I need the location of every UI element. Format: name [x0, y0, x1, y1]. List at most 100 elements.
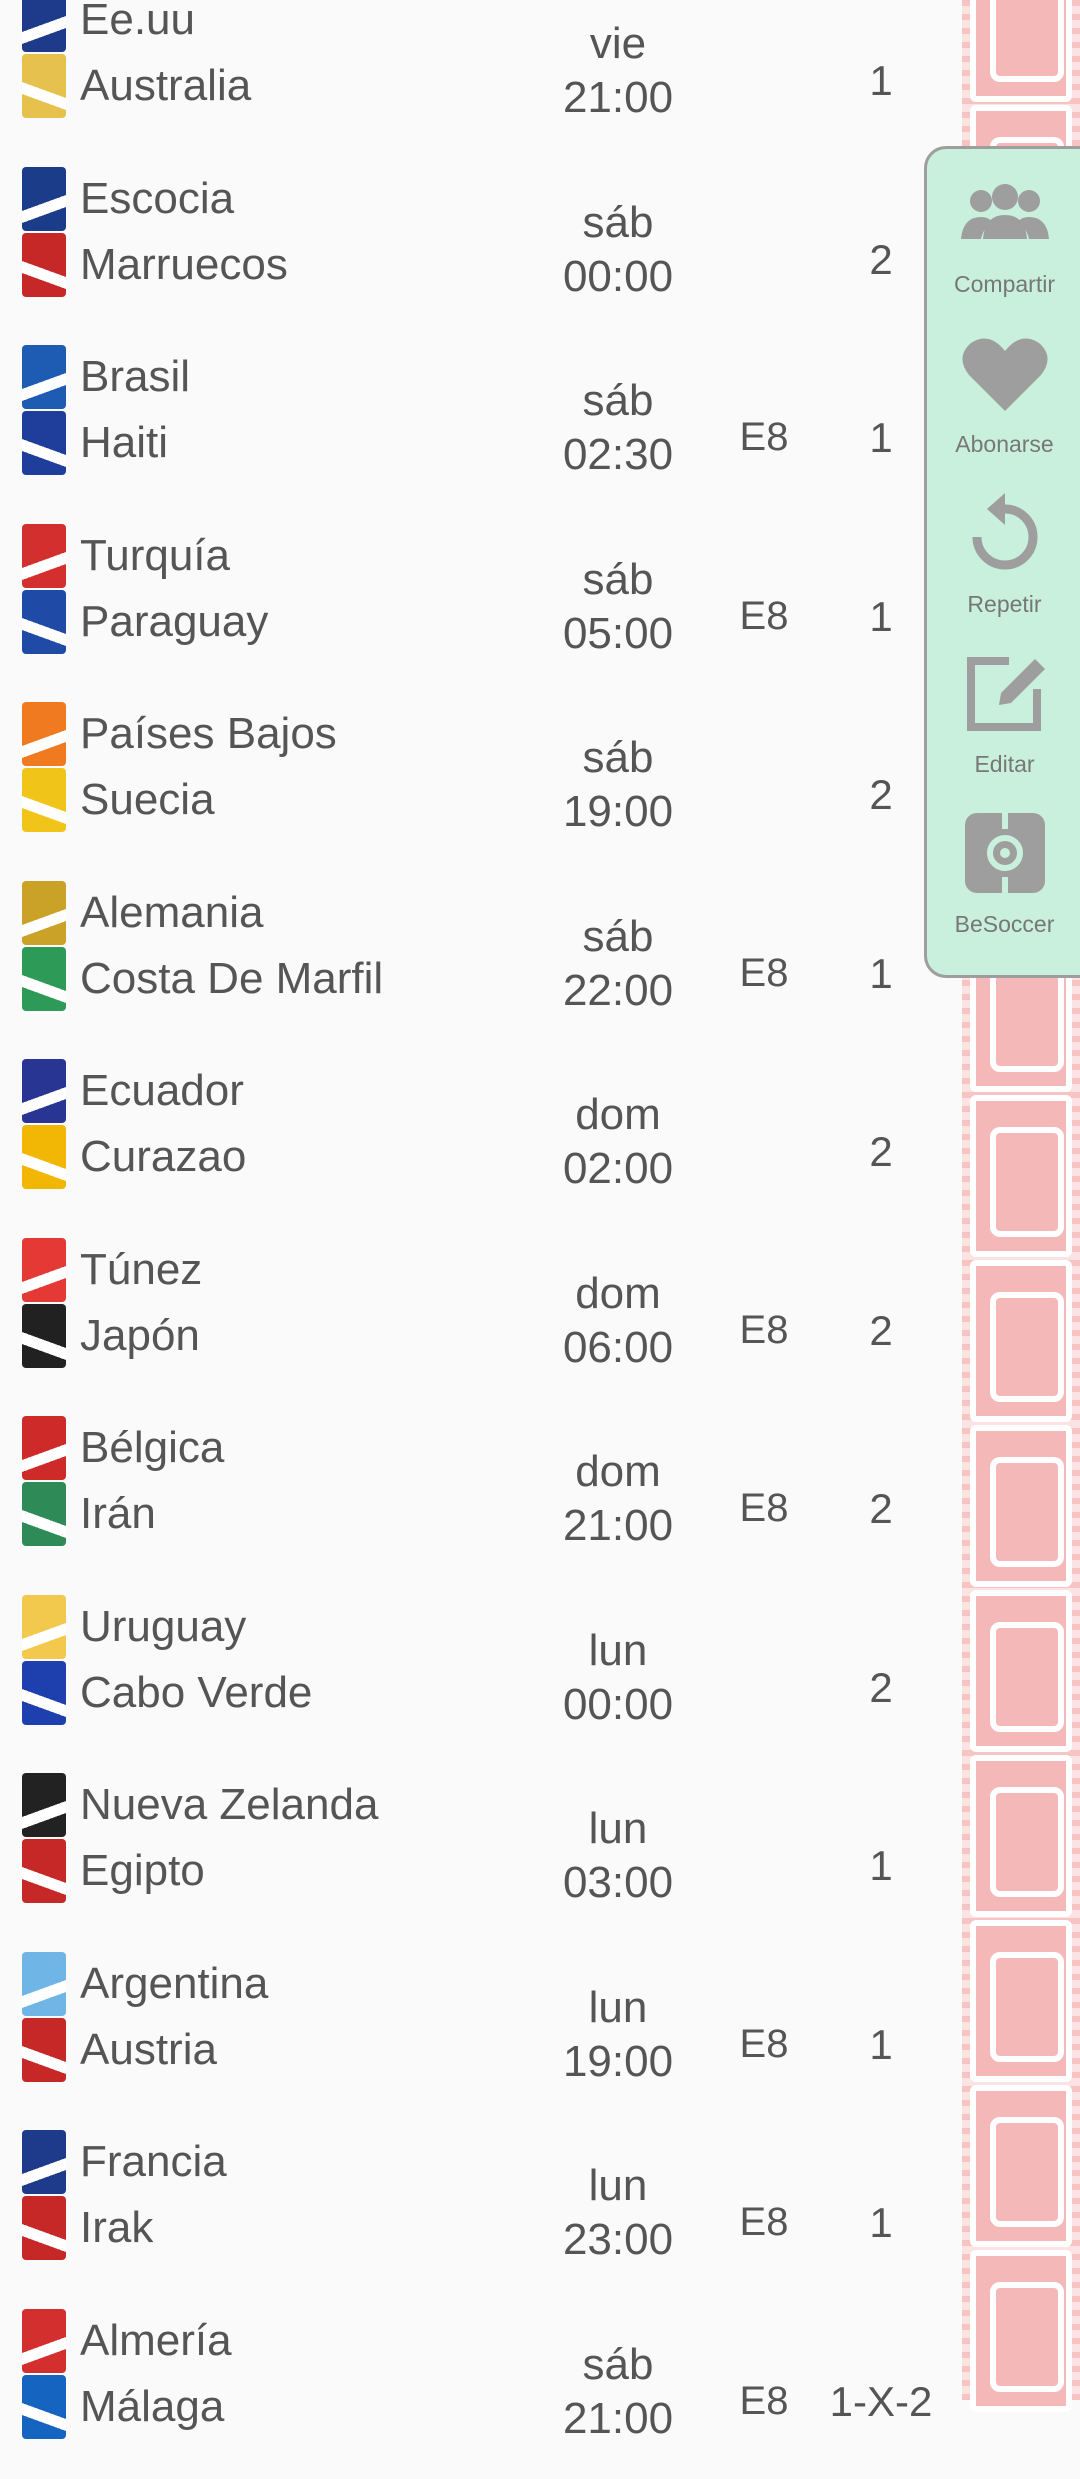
decorative-tile [970, 1920, 1072, 2082]
home-team-name: Francia [80, 2137, 227, 2186]
match-tag: E8 [739, 2200, 789, 2244]
away-team-crest-icon [22, 1482, 66, 1546]
away-team-crest-icon [22, 1303, 66, 1368]
share-button[interactable]: Compartir [927, 149, 1080, 309]
match-day: lun [588, 1982, 648, 2032]
decorative-tile-inner [990, 1787, 1064, 1897]
match-time: 02:30 [562, 430, 674, 479]
home-team-crest-icon [22, 1594, 66, 1659]
match-tag: E8 [739, 2021, 789, 2066]
match-time: 21:00 [562, 1501, 674, 1550]
besoccer-button[interactable]: BeSoccer [927, 789, 1080, 949]
subscribe-label: Abonarse [955, 431, 1054, 457]
match-time: 19:00 [562, 2036, 674, 2086]
match-day: sáb [582, 554, 654, 604]
match-time: 21:00 [562, 73, 674, 122]
away-team-crest-icon [22, 54, 66, 118]
home-team-crest-icon [22, 523, 66, 588]
match-time: 02:00 [562, 1144, 674, 1193]
decorative-tile [970, 1590, 1072, 1752]
repeat-button[interactable]: Repetir [927, 469, 1080, 629]
away-team-name: Suecia [80, 775, 215, 824]
home-team-name: Argentina [80, 1958, 269, 2008]
match-row[interactable]: Alemania Costa De Marfil sáb 22:00 E8 1 [0, 873, 960, 1051]
match-row[interactable]: Almería Málaga sáb 21:00 E8 1-X-2 [0, 2301, 960, 2479]
away-team-name: Irak [80, 2203, 154, 2252]
match-day: sáb [582, 733, 654, 782]
match-tag: E8 [739, 1486, 789, 1530]
match-time: 19:00 [562, 787, 674, 836]
home-team-name: Alemania [80, 887, 264, 937]
match-pick: 2 [869, 1128, 893, 1175]
match-day: sáb [582, 376, 654, 425]
match-time: 05:00 [562, 608, 674, 658]
repeat-label: Repetir [967, 591, 1042, 617]
replay-icon [972, 493, 1038, 570]
home-team-crest-icon [22, 880, 66, 945]
decorative-tile-inner [990, 1457, 1064, 1567]
home-team-crest-icon [22, 702, 66, 766]
home-team-crest-icon [22, 2130, 66, 2194]
action-panel: Compartir Abonarse Repetir Editar BeSocc… [924, 146, 1080, 978]
away-team-name: Paraguay [80, 596, 269, 646]
match-row[interactable]: Túnez Japón dom 06:00 E8 2 [0, 1230, 960, 1408]
decorative-tile-inner [990, 1292, 1064, 1402]
away-team-crest-icon [22, 2017, 66, 2082]
away-team-crest-icon [22, 2374, 66, 2439]
match-row[interactable]: Bélgica Irán dom 21:00 E8 2 [0, 1408, 960, 1586]
subscribe-button[interactable]: Abonarse [927, 309, 1080, 469]
home-team-name: Brasil [80, 352, 191, 401]
match-row[interactable]: Nueva Zelanda Egipto lun 03:00 1 [0, 1765, 960, 1943]
away-team-name: Costa De Marfil [80, 953, 384, 1003]
decorative-tile-inner [990, 0, 1064, 82]
match-day: lun [588, 2161, 648, 2210]
away-team-name: Austria [80, 2024, 217, 2074]
match-day: dom [575, 1090, 661, 1139]
away-team-name: Curazao [80, 1132, 247, 1181]
away-team-name: Irán [80, 1489, 156, 1538]
home-team-name: Países Bajos [80, 709, 337, 758]
home-team-crest-icon [22, 166, 66, 231]
heart-icon [962, 338, 1048, 411]
match-pick: 1 [869, 2020, 893, 2068]
decorative-tile-inner [990, 2117, 1064, 2227]
home-team-crest-icon [22, 1237, 66, 1302]
match-row[interactable]: Escocia Marruecos sáb 00:00 2 [0, 159, 960, 337]
decorative-tile-inner [990, 1952, 1064, 2062]
match-tag: E8 [739, 1307, 789, 1352]
match-row[interactable]: Brasil Haiti sáb 02:30 E8 1 [0, 337, 960, 515]
besoccer-icon [965, 813, 1045, 893]
match-row[interactable]: Uruguay Cabo Verde lun 00:00 2 [0, 1587, 960, 1765]
edit-button[interactable]: Editar [927, 629, 1080, 789]
home-team-crest-icon [22, 1773, 66, 1837]
match-pick: 1 [869, 1842, 893, 1889]
match-row[interactable]: Ecuador Curazao dom 02:00 2 [0, 1051, 960, 1229]
edit-icon [967, 657, 1045, 731]
away-team-name: Marruecos [80, 239, 288, 289]
besoccer-label: BeSoccer [954, 911, 1055, 937]
home-team-name: Escocia [80, 173, 235, 223]
match-row[interactable]: Turquía Paraguay sáb 05:00 E8 1 [0, 516, 960, 694]
away-team-crest-icon [22, 768, 66, 832]
home-team-crest-icon [22, 1416, 66, 1480]
match-row[interactable]: Países Bajos Suecia sáb 19:00 2 [0, 694, 960, 872]
home-team-name: Ee.uu [80, 0, 195, 44]
match-time: 23:00 [562, 2215, 674, 2264]
match-pick: 1 [869, 57, 893, 104]
away-team-name: Egipto [80, 1846, 205, 1895]
match-row[interactable]: Francia Irak lun 23:00 E8 1 [0, 2122, 960, 2300]
away-team-crest-icon [22, 1125, 66, 1189]
match-row[interactable]: Ee.uu Australia vie 21:00 1 [0, 0, 960, 158]
match-row[interactable]: Argentina Austria lun 19:00 E8 1 [0, 1944, 960, 2122]
home-team-name: Túnez [80, 1244, 203, 1294]
share-label: Compartir [954, 271, 1055, 297]
match-list: Ee.uu Australia vie 21:00 1 Escocia Marruecos s… [0, 0, 960, 2440]
away-team-crest-icon [22, 2196, 66, 2260]
decorative-tile-inner [990, 1622, 1064, 1732]
away-team-crest-icon [22, 589, 66, 654]
away-team-crest-icon [22, 946, 66, 1011]
match-day: dom [575, 1268, 661, 1318]
match-tag: E8 [739, 2378, 789, 2423]
decorative-tile [970, 1260, 1072, 1422]
match-pick: 2 [869, 1663, 893, 1711]
